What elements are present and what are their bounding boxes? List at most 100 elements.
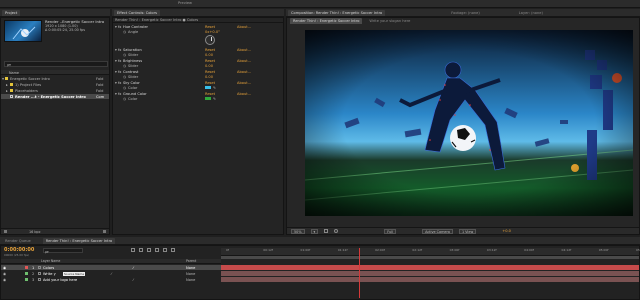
- new-folder-icon[interactable]: [4, 230, 7, 233]
- layer-row[interactable]: ◉ 1 Colors ⁄ None: [1, 265, 221, 270]
- eyedropper-icon[interactable]: ✎: [213, 86, 216, 90]
- layer-row[interactable]: ◉ 2 Write y Source Name ⁄ None: [1, 271, 221, 276]
- ground-color-swatch[interactable]: [205, 97, 211, 100]
- slider-value[interactable]: 0.00: [205, 75, 213, 79]
- shy-icon[interactable]: [147, 248, 151, 252]
- reset-link[interactable]: Reset: [205, 70, 215, 74]
- param-angle[interactable]: ◷ Angle 0x+0.0°: [113, 29, 283, 34]
- comp-mini-flowchart-icon[interactable]: [131, 248, 135, 252]
- reset-link[interactable]: Reset: [205, 81, 215, 85]
- tree-item[interactable]: ▸ 1) Project Files Fold: [1, 82, 109, 87]
- layer-name[interactable]: Add your logo here: [43, 278, 103, 282]
- timeline-tools: [131, 248, 175, 252]
- draft-3d-icon[interactable]: [139, 248, 143, 252]
- timeline-tabbar: Render Queue Render Thin! : Energetic So…: [0, 237, 640, 245]
- reset-link[interactable]: Reset: [205, 59, 215, 63]
- eyedropper-icon[interactable]: ✎: [213, 97, 216, 101]
- eye-icon[interactable]: ◉: [1, 278, 7, 282]
- param-contrast-slider[interactable]: ◷ Slider 0.00: [113, 74, 283, 79]
- time-ruler[interactable]: [221, 248, 639, 256]
- magnification-select[interactable]: 50%: [291, 228, 305, 234]
- resolution-select[interactable]: Full: [384, 228, 397, 234]
- layer-bar-colors[interactable]: [221, 265, 639, 270]
- param-saturation-slider[interactable]: ◷ Slider 0.00: [113, 52, 283, 57]
- effect-controls-panel: Render Thin! : Energetic Soccer Intro ● …: [112, 17, 284, 235]
- layer-name[interactable]: Write y: [43, 272, 63, 276]
- graph-editor-icon[interactable]: [171, 248, 175, 252]
- reset-link[interactable]: Reset: [205, 48, 215, 52]
- tab-composition[interactable]: Composition: Render Thin! : Energetic So…: [288, 9, 386, 16]
- tree-item[interactable]: ▸ Placeholders Fold: [1, 88, 109, 93]
- col-parent[interactable]: Parent: [186, 259, 196, 263]
- text-layer-icon: [38, 278, 41, 281]
- project-search-input[interactable]: ρ▾: [4, 61, 108, 67]
- subtab-render[interactable]: Render Thin! : Energetic Soccer Intro: [290, 18, 363, 24]
- tab-footage[interactable]: Footage: (none): [448, 10, 483, 16]
- source-name-tooltip: Source Name: [63, 271, 86, 276]
- about-link[interactable]: About...: [237, 59, 251, 63]
- layer-row[interactable]: ◉ 3 Add your logo here ⁄ None: [1, 277, 221, 282]
- grid-icon[interactable]: [324, 229, 329, 233]
- switch-icon[interactable]: ⁄: [111, 272, 112, 276]
- slider-value[interactable]: 0.00: [205, 53, 213, 57]
- reset-link[interactable]: Reset: [205, 92, 215, 96]
- tab-timeline[interactable]: Render Thin! : Energetic Soccer Intro: [42, 237, 116, 244]
- switch-icon[interactable]: ⁄: [133, 266, 134, 270]
- eye-icon[interactable]: ◉: [1, 272, 7, 276]
- timeline-search-input[interactable]: ρ▾: [43, 248, 83, 254]
- project-tabbar: Project: [0, 9, 110, 17]
- comp-viewport[interactable]: [305, 30, 633, 216]
- param-sky-color-swatch[interactable]: ◷ Color ✎: [113, 85, 283, 90]
- trash-icon[interactable]: [103, 230, 106, 233]
- bpc-toggle[interactable]: 16 bpc: [29, 230, 41, 234]
- composition-panel: Render Thin! : Energetic Soccer Intro Wr…: [286, 17, 640, 235]
- playhead[interactable]: [359, 248, 360, 298]
- layer-label-color[interactable]: [25, 278, 28, 281]
- about-link[interactable]: About...: [237, 81, 251, 85]
- about-link[interactable]: About...: [237, 25, 251, 29]
- parent-select[interactable]: None: [186, 278, 195, 282]
- tree-item-selected[interactable]: Render ...t - Energetic Soccer Intro Com: [1, 94, 109, 99]
- view-layout-select[interactable]: 1 View: [458, 228, 477, 234]
- col-layer-name[interactable]: Layer Name: [41, 259, 60, 263]
- folder-icon: [5, 77, 8, 80]
- work-area-bar[interactable]: [221, 256, 639, 259]
- tab-layer[interactable]: Layer: (none): [516, 10, 546, 16]
- parent-select[interactable]: None: [186, 266, 195, 270]
- tree-item[interactable]: ▾ Energetic Soccer Intro Fold: [1, 76, 109, 81]
- magnification-dropdown[interactable]: ▾: [310, 228, 319, 234]
- camera-icon[interactable]: [334, 229, 339, 233]
- parent-select[interactable]: None: [186, 272, 195, 276]
- ruler-tick-label: 02:12f: [412, 248, 423, 252]
- sky-color-swatch[interactable]: [205, 86, 211, 89]
- about-link[interactable]: About...: [237, 48, 251, 52]
- layer-bar-logo[interactable]: [221, 277, 639, 282]
- param-ground-color-swatch[interactable]: ◷ Color ✎: [113, 96, 283, 101]
- eye-icon[interactable]: ◉: [1, 266, 7, 270]
- slider-value[interactable]: 0.00: [205, 64, 213, 68]
- tab-render-queue[interactable]: Render Queue: [2, 238, 34, 244]
- folder-icon: [10, 83, 13, 86]
- camera-select[interactable]: Active Camera: [422, 228, 453, 234]
- exposure-value[interactable]: +0.0: [502, 229, 511, 233]
- col-name[interactable]: Name: [9, 71, 19, 75]
- dial-needle: [210, 37, 212, 41]
- switch-icon[interactable]: ⁄: [133, 278, 134, 282]
- frame-blend-icon[interactable]: [155, 248, 159, 252]
- tab-project[interactable]: Project: [2, 9, 21, 16]
- layer-bar-write[interactable]: [221, 271, 639, 276]
- param-brightness-slider[interactable]: ◷ Slider 0.00: [113, 63, 283, 68]
- layer-label-color[interactable]: [25, 266, 28, 269]
- layer-name[interactable]: Colors: [43, 266, 103, 270]
- angle-value[interactable]: 0x+0.0°: [205, 30, 220, 34]
- about-link[interactable]: About...: [237, 92, 251, 96]
- layer-label-color[interactable]: [25, 272, 28, 275]
- ruler-tick-label: 00:12f: [263, 248, 273, 252]
- about-link[interactable]: About...: [237, 70, 251, 74]
- motion-blur-icon[interactable]: [163, 248, 167, 252]
- ruler-tick-label: 04:12f: [561, 248, 572, 252]
- subtab-slogan[interactable]: Write your slogan here: [366, 18, 413, 24]
- tab-effect-controls[interactable]: Effect Controls: Colors: [114, 9, 160, 16]
- reset-link[interactable]: Reset: [205, 25, 215, 29]
- angle-dial[interactable]: [205, 35, 215, 45]
